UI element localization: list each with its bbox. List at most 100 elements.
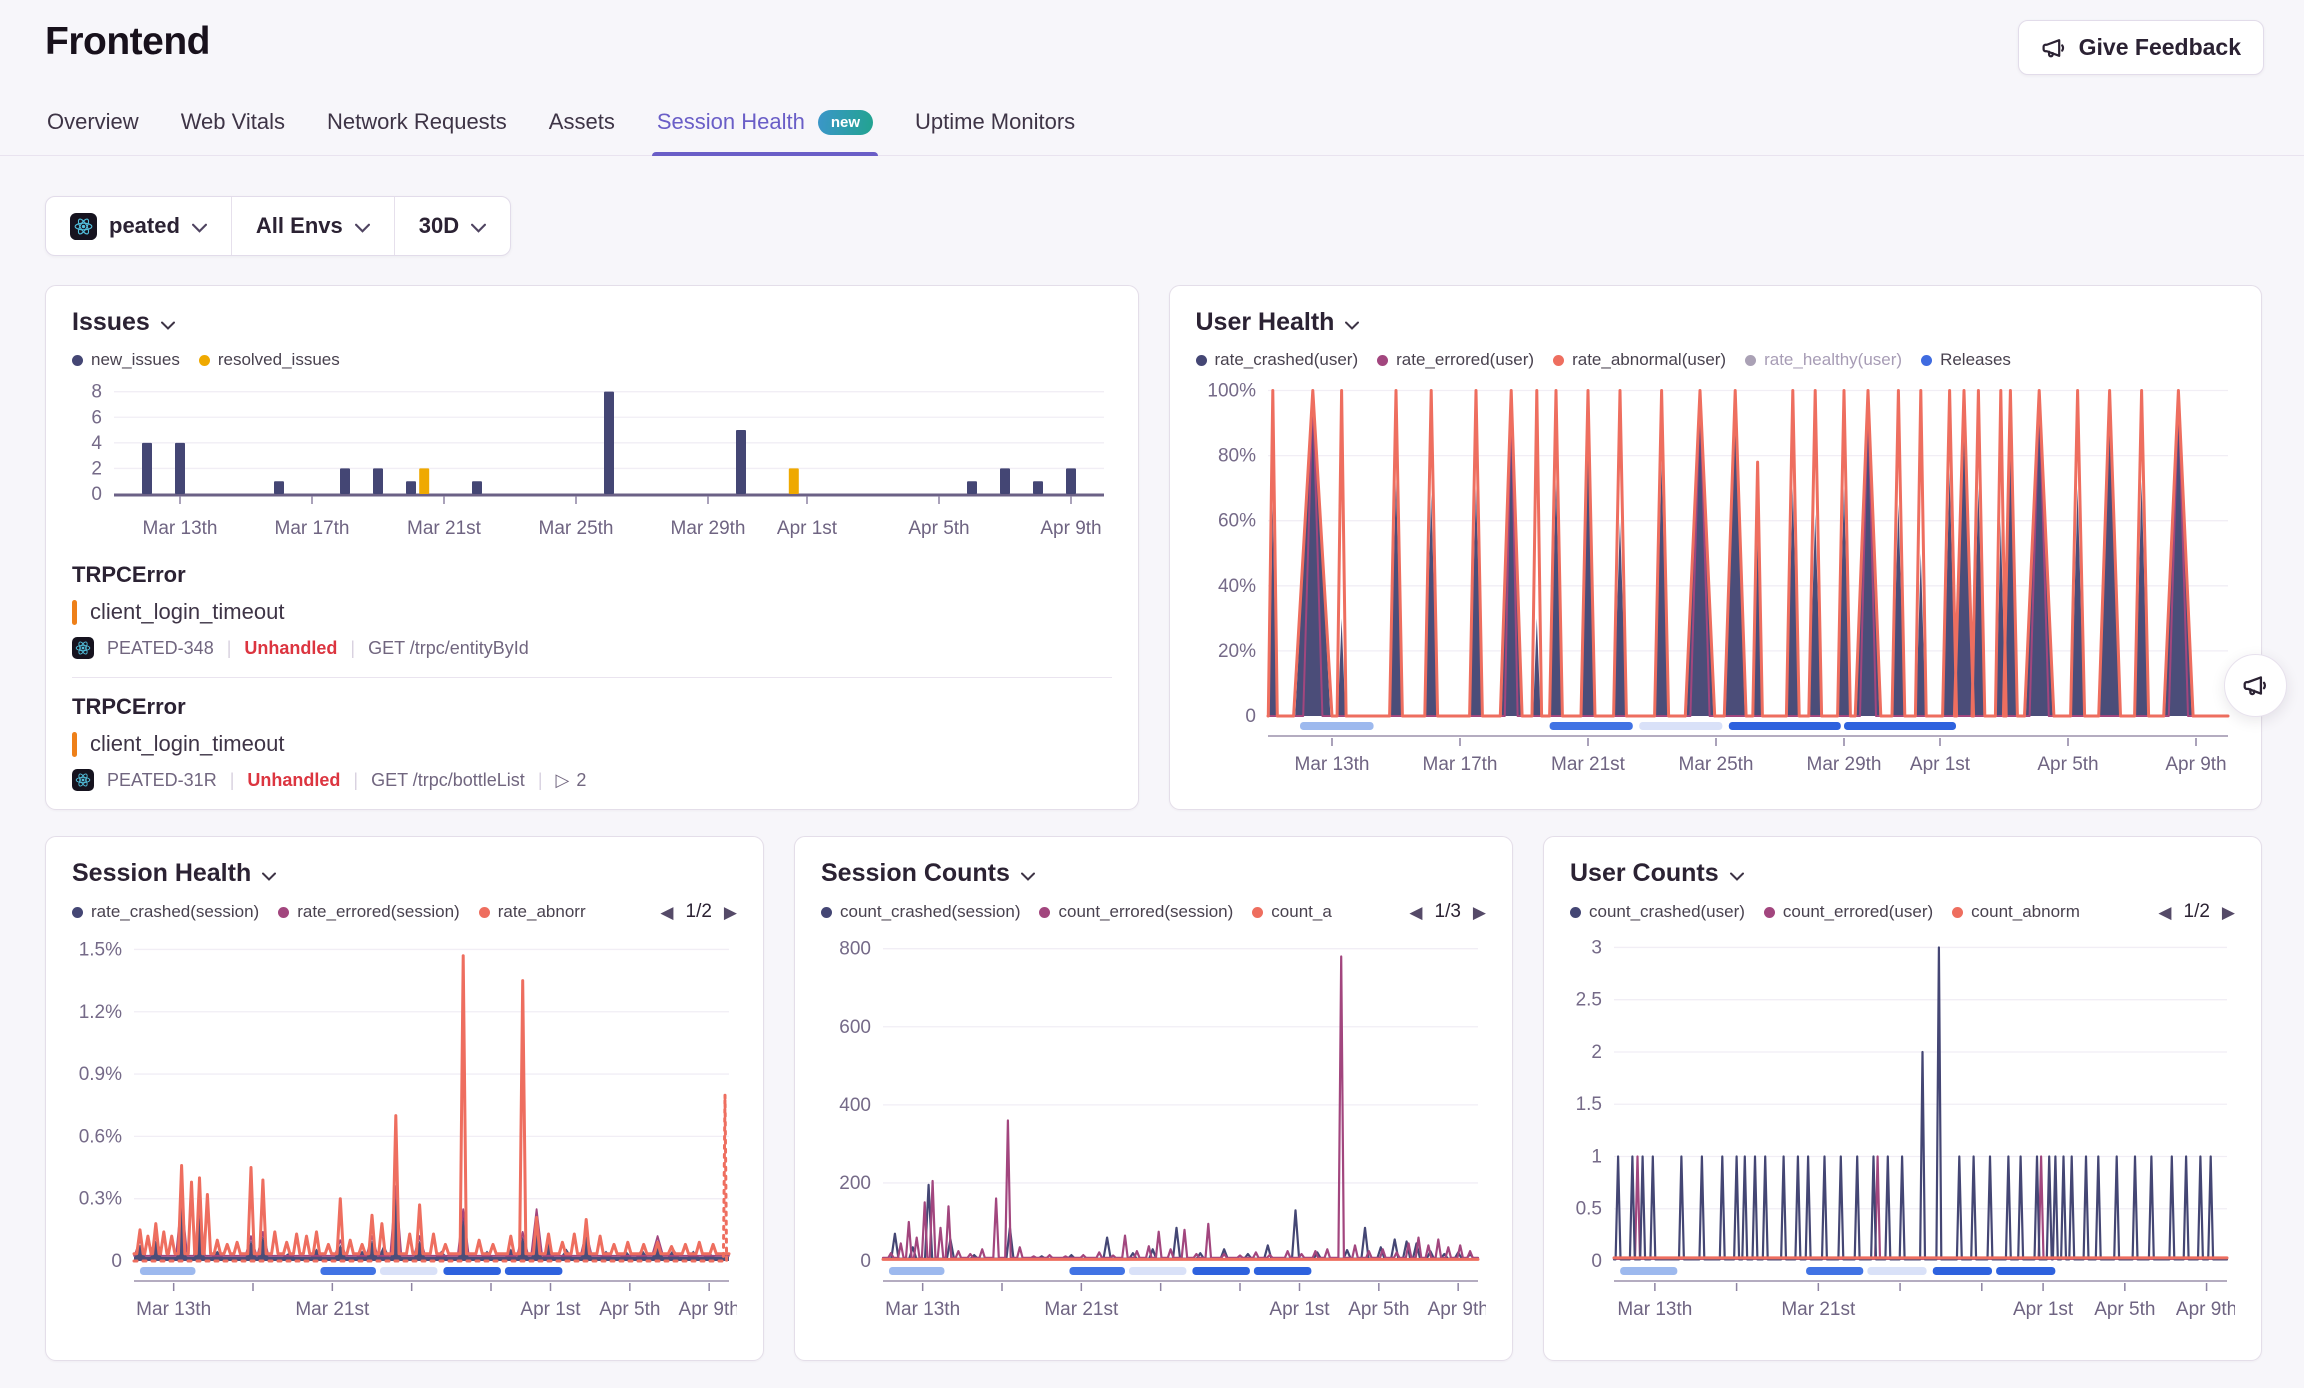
legend-pager: ◀ 1/3 ▶ (1409, 901, 1486, 923)
legend-item[interactable]: rate_healthy(user) (1745, 350, 1902, 370)
svg-text:Mar 29th: Mar 29th (1806, 754, 1881, 775)
project-filter-label: peated (109, 213, 180, 239)
legend-item[interactable]: Releases (1921, 350, 2011, 370)
tab-network-requests[interactable]: Network Requests (325, 103, 509, 155)
legend-item[interactable]: rate_abnormal(user) (1553, 350, 1726, 370)
issues-chart[interactable]: 02468Mar 13thMar 17thMar 21stMar 25thMar… (72, 374, 1112, 542)
svg-text:Mar 13th: Mar 13th (143, 518, 218, 539)
session-health-chart[interactable]: 00.3%0.6%0.9%1.2%1.5%Mar 13thMar 21stApr… (72, 927, 737, 1323)
legend-item[interactable]: count_a (1252, 902, 1332, 922)
svg-text:Apr 1st: Apr 1st (2013, 1299, 2074, 1320)
issue-title-link[interactable]: TRPCError (72, 562, 1112, 588)
date-range-filter[interactable]: 30D (394, 197, 510, 255)
unhandled-tag: Unhandled (247, 770, 340, 791)
separator: | (353, 770, 358, 791)
issue-culprit[interactable]: client_login_timeout (72, 599, 1112, 625)
issues-panel-title[interactable]: Issues (72, 308, 1112, 337)
project-filter[interactable]: peated (46, 197, 231, 255)
legend-item[interactable]: rate_crashed(session) (72, 902, 259, 922)
tab-uptime-monitors[interactable]: Uptime Monitors (913, 103, 1077, 155)
legend-item[interactable]: new_issues (72, 350, 180, 370)
user_health-chart-svg: 020%40%60%80%100%Mar 13thMar 17thMar 21s… (1196, 374, 2236, 778)
top-bar: Frontend Give Feedback (0, 0, 2304, 75)
issue-title-link[interactable]: TRPCError (72, 694, 1112, 720)
user-counts-chart[interactable]: 00.511.522.53Mar 13thMar 21stApr 1stApr … (1570, 927, 2235, 1323)
svg-text:Apr 5th: Apr 5th (1348, 1299, 1409, 1320)
give-feedback-button[interactable]: Give Feedback (2018, 20, 2264, 75)
legend-item[interactable]: count_crashed(session) (821, 902, 1020, 922)
legend-item[interactable]: count_errored(user) (1764, 902, 1933, 922)
issue-culprit[interactable]: client_login_timeout (72, 731, 1112, 757)
legend-items: count_crashed(user) count_errored(user) co… (1570, 902, 2144, 922)
legend-label: count_errored(session) (1058, 902, 1233, 922)
panel-user-health: User Health rate_crashed(user) rate_error… (1169, 285, 2263, 810)
svg-text:Mar 21st: Mar 21st (1044, 1299, 1119, 1320)
tab-overview[interactable]: Overview (45, 103, 141, 155)
pager-next-icon[interactable]: ▶ (1473, 904, 1486, 921)
svg-text:Apr 5th: Apr 5th (908, 518, 969, 539)
session-health-page: Frontend Give Feedback Overview Web Vital… (0, 0, 2304, 1361)
svg-text:600: 600 (839, 1017, 871, 1038)
issue-meta-row: PEATED-348|Unhandled|GET /trpc/entityByI… (72, 637, 1112, 659)
svg-text:2: 2 (91, 458, 102, 479)
environment-filter[interactable]: All Envs (231, 197, 394, 255)
tab-web-vitals[interactable]: Web Vitals (179, 103, 287, 155)
tab-label: Uptime Monitors (915, 109, 1075, 135)
svg-text:4: 4 (91, 433, 102, 454)
session-health-panel-title[interactable]: Session Health (72, 859, 737, 888)
user-health-panel-title[interactable]: User Health (1196, 308, 2236, 337)
issue-culprit-label: client_login_timeout (90, 731, 284, 757)
pager-prev-icon[interactable]: ◀ (2158, 904, 2171, 921)
tab-label: Session Health (657, 109, 805, 135)
svg-text:Mar 21st: Mar 21st (1781, 1299, 1856, 1320)
chevron-down-icon (471, 213, 486, 239)
event-count-label: 2 (576, 770, 586, 791)
svg-text:1.5%: 1.5% (79, 939, 122, 960)
react-project-icon (70, 213, 97, 240)
feedback-fab-button[interactable] (2224, 654, 2287, 717)
legend-label: count_abnorm (1971, 902, 2080, 922)
legend-item[interactable]: count_abnorm (1952, 902, 2080, 922)
legend-label: rate_errored(session) (297, 902, 460, 922)
svg-text:0.9%: 0.9% (79, 1064, 122, 1085)
panel-title-label: Session Counts (821, 859, 1010, 888)
separator: | (538, 770, 543, 791)
svg-text:0: 0 (860, 1251, 871, 1272)
panel-title-label: Issues (72, 308, 150, 337)
svg-text:0: 0 (1245, 706, 1256, 727)
user-health-chart[interactable]: 020%40%60%80%100%Mar 13thMar 17thMar 21s… (1196, 374, 2236, 778)
legend-label: count_a (1271, 902, 1332, 922)
legend-item[interactable]: resolved_issues (199, 350, 340, 370)
pager-page-label: 1/3 (1435, 901, 1461, 923)
pager-prev-icon[interactable]: ◀ (1409, 904, 1422, 921)
svg-text:800: 800 (839, 939, 871, 960)
legend-item[interactable]: rate_crashed(user) (1196, 350, 1359, 370)
chevron-down-icon (1021, 859, 1035, 888)
legend-item[interactable]: rate_errored(user) (1377, 350, 1534, 370)
legend-item[interactable]: count_errored(session) (1039, 902, 1233, 922)
legend-row: rate_crashed(user) rate_errored(user) rate… (1196, 350, 2236, 370)
session-counts-chart[interactable]: 0200400600800Mar 13thMar 21stApr 1stApr … (821, 927, 1486, 1323)
svg-text:Mar 13th: Mar 13th (1617, 1299, 1692, 1320)
legend-label: rate_abnormal(user) (1572, 350, 1726, 370)
svg-text:1: 1 (1591, 1146, 1602, 1167)
svg-text:3: 3 (1591, 937, 1602, 958)
chevron-down-icon (355, 213, 370, 239)
panel-user-counts: User Counts count_crashed(user) count_err… (1543, 836, 2262, 1361)
legend-item[interactable]: rate_abnorr (479, 902, 586, 922)
session-counts-panel-title[interactable]: Session Counts (821, 859, 1486, 888)
tab-session-health[interactable]: Session Healthnew (655, 103, 875, 155)
pager-page-label: 1/2 (686, 901, 712, 923)
svg-text:6: 6 (91, 407, 102, 428)
legend-dot (1764, 907, 1775, 918)
pager-next-icon[interactable]: ▶ (724, 904, 737, 921)
session_health-chart-svg: 00.3%0.6%0.9%1.2%1.5%Mar 13thMar 21stApr… (72, 927, 737, 1323)
svg-text:Apr 9th: Apr 9th (2176, 1299, 2235, 1320)
pager-prev-icon[interactable]: ◀ (660, 904, 673, 921)
legend-item[interactable]: rate_errored(session) (278, 902, 460, 922)
tab-assets[interactable]: Assets (547, 103, 617, 155)
user-counts-panel-title[interactable]: User Counts (1570, 859, 2235, 888)
legend-item[interactable]: count_crashed(user) (1570, 902, 1745, 922)
legend-row: rate_crashed(session) rate_errored(sessio… (72, 901, 737, 923)
pager-next-icon[interactable]: ▶ (2222, 904, 2235, 921)
